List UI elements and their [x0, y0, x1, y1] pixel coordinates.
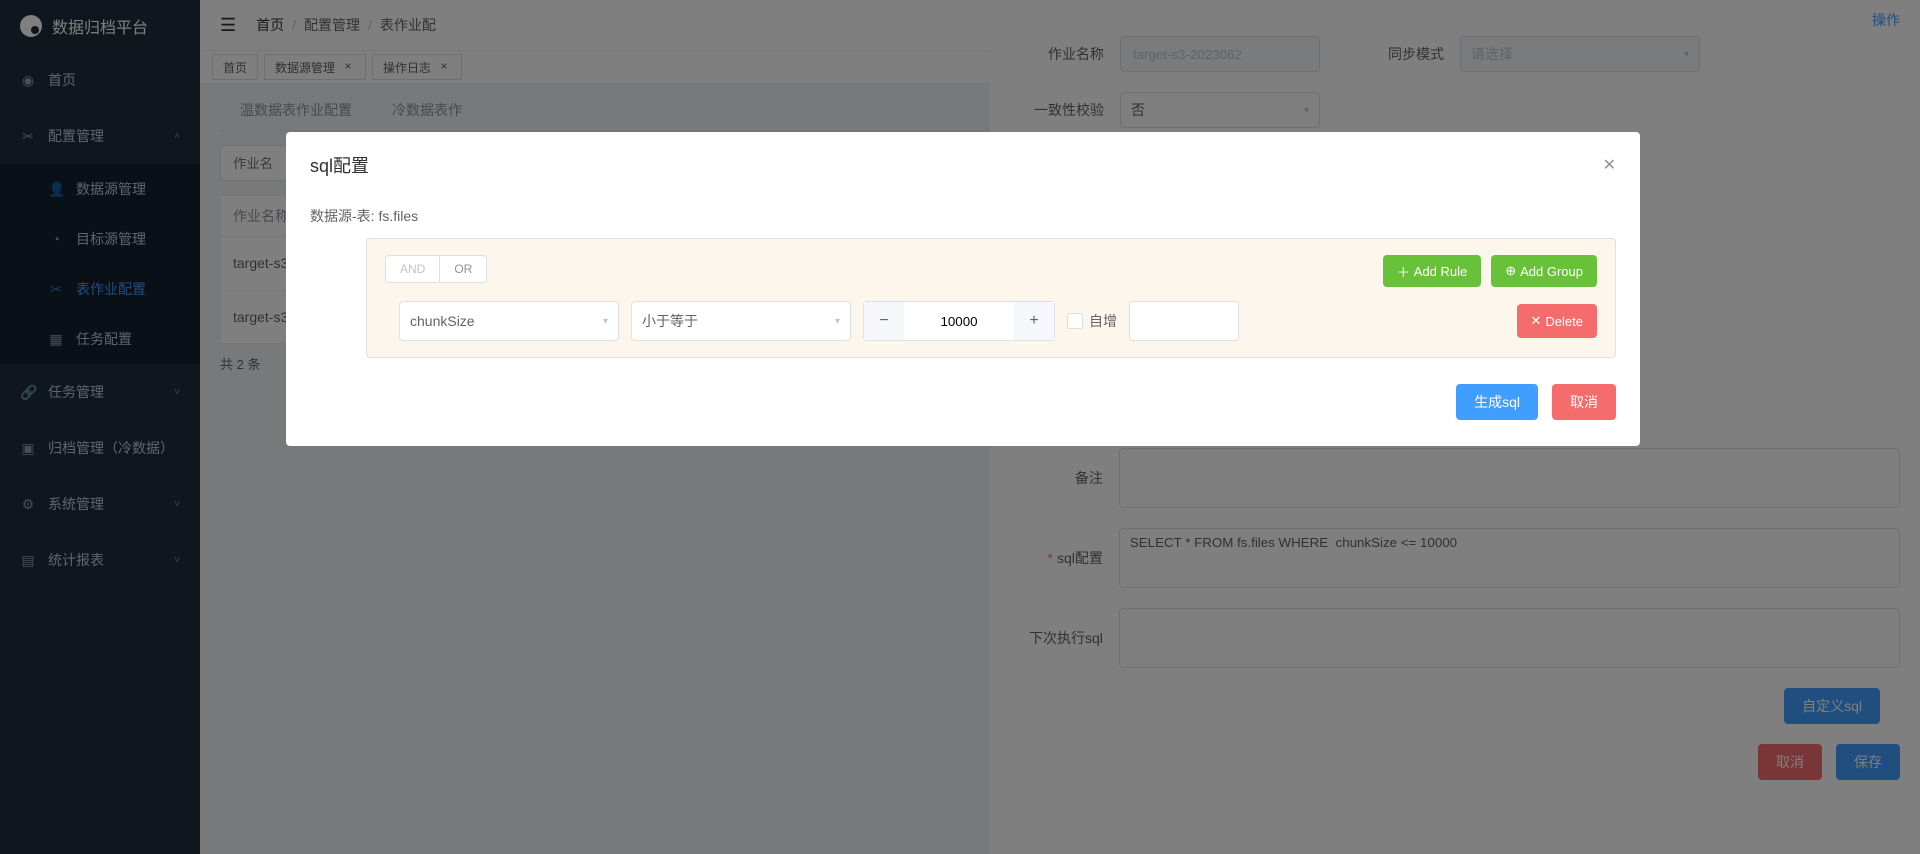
- delete-rule-button[interactable]: ✕Delete: [1517, 304, 1597, 338]
- operator-select[interactable]: 小于等于▾: [631, 301, 851, 341]
- chevron-down-icon: ▾: [603, 316, 608, 327]
- value-input[interactable]: [904, 302, 1014, 340]
- or-option[interactable]: OR: [439, 256, 486, 282]
- and-or-toggle[interactable]: AND OR: [385, 255, 487, 283]
- rule-row: chunkSize▾ 小于等于▾ − + 自增 ✕Delete: [399, 301, 1597, 341]
- plus-icon: ＋: [1397, 262, 1410, 281]
- x-icon: ✕: [1531, 313, 1542, 329]
- checkbox-icon: [1067, 313, 1083, 329]
- field-select[interactable]: chunkSize▾: [399, 301, 619, 341]
- modal-title: sql配置: [310, 152, 369, 178]
- modal-cancel-button[interactable]: 取消: [1552, 384, 1616, 420]
- decrement-button[interactable]: −: [864, 302, 904, 340]
- sql-config-modal: sql配置 ✕ 数据源-表: fs.files AND OR ＋Add Rule…: [286, 132, 1640, 446]
- modal-source: 数据源-表: fs.files: [310, 206, 1616, 226]
- autoinc-checkbox[interactable]: 自增: [1067, 311, 1117, 331]
- add-group-button[interactable]: ⊕Add Group: [1491, 255, 1597, 287]
- autoinc-input[interactable]: [1129, 301, 1239, 341]
- and-option[interactable]: AND: [386, 256, 439, 282]
- add-rule-button[interactable]: ＋Add Rule: [1383, 255, 1482, 287]
- close-icon[interactable]: ✕: [1603, 155, 1616, 175]
- value-stepper: − +: [863, 301, 1055, 341]
- generate-sql-button[interactable]: 生成sql: [1456, 384, 1538, 420]
- chevron-down-icon: ▾: [835, 316, 840, 327]
- plus-circle-icon: ⊕: [1505, 263, 1516, 279]
- increment-button[interactable]: +: [1014, 302, 1054, 340]
- query-builder: AND OR ＋Add Rule ⊕Add Group chunkSize▾ 小…: [366, 238, 1616, 358]
